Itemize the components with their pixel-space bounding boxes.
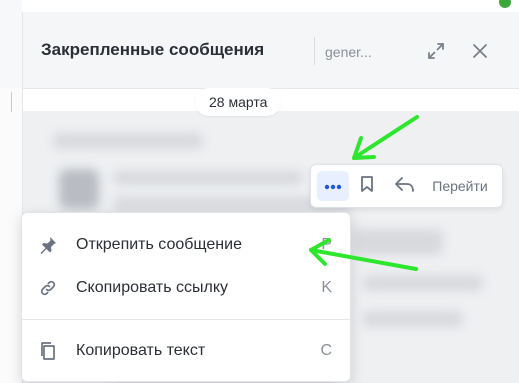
blurred-text-line: [113, 171, 303, 185]
blurred-author: [53, 133, 203, 149]
blurred-text-line: [353, 229, 443, 255]
menu-item-shortcut: C: [320, 342, 332, 359]
bookmark-button[interactable]: [355, 171, 379, 201]
reply-icon: [394, 175, 416, 198]
bookmark-icon: [360, 175, 374, 198]
goto-message-button[interactable]: Перейти: [423, 171, 497, 201]
blurred-text-line: [363, 311, 463, 327]
menu-item-copy-text[interactable]: Копировать текст C: [22, 331, 350, 371]
channel-pane-edge: [0, 88, 22, 383]
more-actions-button[interactable]: [317, 171, 349, 201]
menu-item-shortcut: K: [321, 279, 332, 296]
menu-item-label: Скопировать ссылку: [76, 279, 229, 296]
menu-item-label: Открепить сообщение: [76, 236, 242, 253]
channel-name[interactable]: gener...: [325, 44, 372, 60]
more-horizontal-icon: [324, 177, 342, 195]
menu-item-unpin[interactable]: Открепить сообщение P: [22, 225, 350, 265]
menu-item-shortcut: P: [321, 236, 332, 253]
copy-icon: [38, 341, 58, 361]
menu-item-label: Копировать текст: [76, 342, 206, 359]
close-icon[interactable]: [469, 40, 491, 62]
reply-button[interactable]: [391, 171, 419, 201]
blurred-text-line: [363, 275, 483, 291]
panel-title: Закрепленные сообщения: [41, 40, 265, 59]
scroll-indicator: [11, 92, 12, 112]
menu-divider: [22, 319, 350, 320]
pin-icon: [38, 235, 58, 255]
link-icon: [38, 278, 58, 298]
title-separator: [314, 37, 315, 65]
menu-item-copy-link[interactable]: Скопировать ссылку K: [22, 268, 350, 308]
online-status-icon: [497, 0, 513, 10]
message-context-menu: Открепить сообщение P Скопировать ссылку…: [21, 212, 351, 382]
date-separator: 28 марта: [195, 88, 282, 116]
blurred-avatar: [59, 169, 99, 209]
message-actions-toolbar: Перейти: [310, 164, 503, 208]
panel-header: Закрепленные сообщения gener...: [23, 12, 519, 89]
expand-icon[interactable]: [425, 40, 447, 62]
